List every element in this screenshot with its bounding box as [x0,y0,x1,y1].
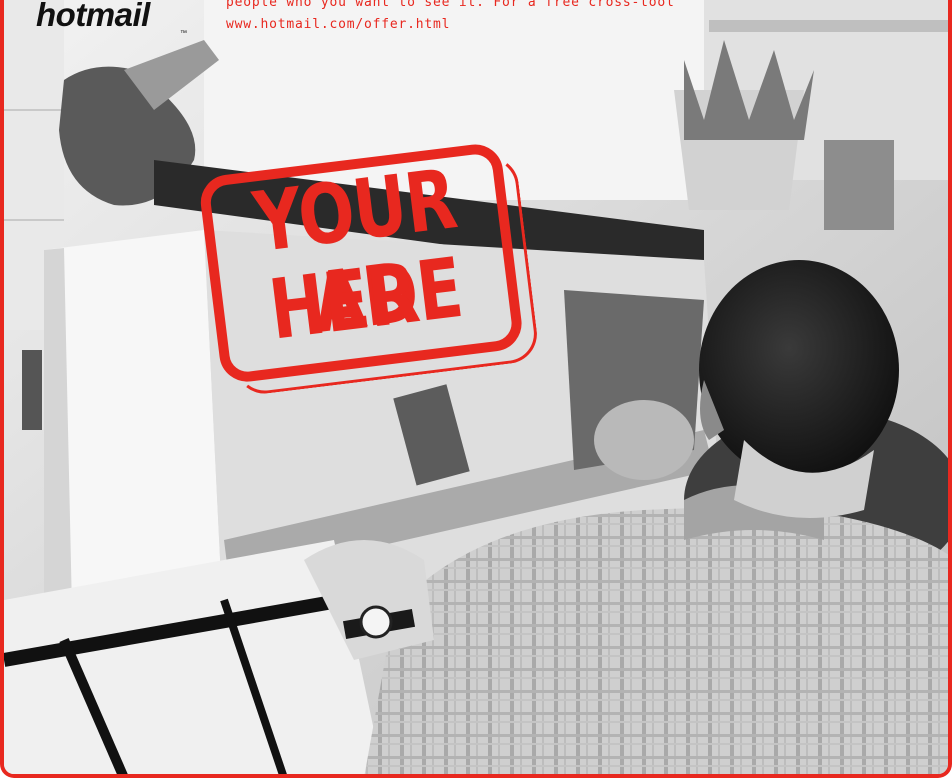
offer-text: people who you want to see it. For a fre… [226,0,675,36]
offer-url-link[interactable]: www.hotmail.com/offer.html [226,14,675,36]
brand-logo: hotmail [36,0,150,33]
offer-line: people who you want to see it. For a fre… [226,0,675,10]
trademark-mark: ™ [180,30,187,37]
your-ad-here-stamp: YOUR AD HERE [197,139,543,398]
advertisement[interactable]: hotmail ™ people who you want to see it.… [0,0,952,778]
kitchen-photo-icon [4,0,948,774]
